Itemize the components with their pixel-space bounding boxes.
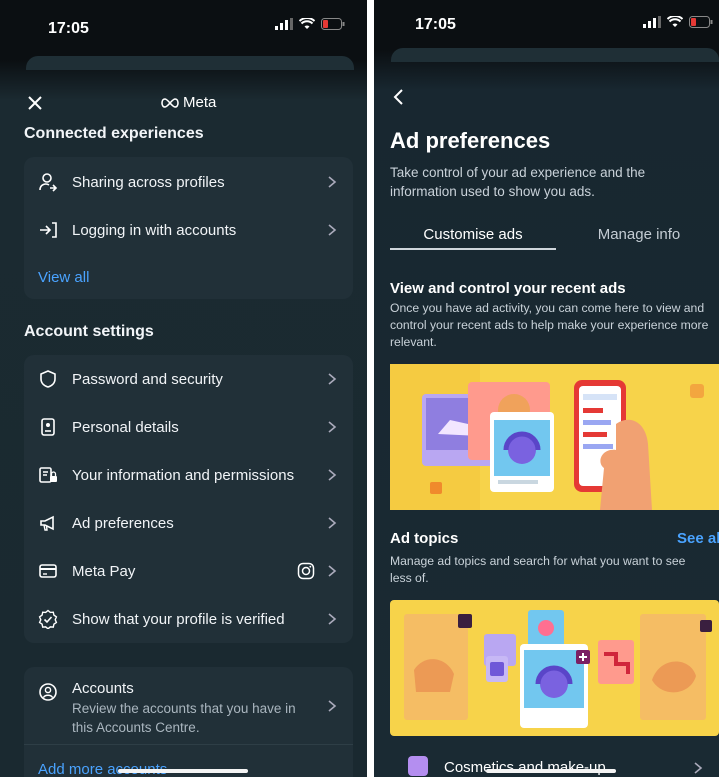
row-label: Show that your profile is verified (72, 610, 285, 628)
connected-card: Sharing across profiles Logging in with … (24, 157, 353, 299)
ad-topics-description: Manage ad topics and search for what you… (390, 554, 686, 585)
meta-infinity-icon (161, 97, 179, 108)
card-icon (38, 561, 58, 581)
row-label: Ad preferences (72, 514, 174, 532)
recent-ads-title: View and control your recent ads (390, 280, 626, 297)
sharing-across-profiles-row[interactable]: Sharing across profiles (24, 158, 353, 206)
shield-icon (38, 369, 58, 389)
chevron-right-icon (328, 613, 337, 625)
verified-badge-icon (38, 609, 58, 629)
personal-details-row[interactable]: Personal details (24, 403, 353, 451)
profiles-share-icon (38, 172, 58, 192)
ad-preferences-row[interactable]: Ad preferences (24, 499, 353, 547)
row-label: Your information and permissions (72, 466, 295, 484)
see-all-link[interactable]: See all (677, 530, 719, 547)
recent-ads-description: Once you have ad activity, you can come … (390, 301, 709, 349)
info-permissions-icon (38, 465, 58, 485)
row-label: Sharing across profiles (72, 173, 225, 191)
battery-icon (321, 18, 345, 30)
row-label: Meta Pay (72, 562, 136, 580)
chevron-right-icon (328, 469, 337, 481)
show-profile-verified-row[interactable]: Show that your profile is verified (24, 595, 353, 643)
active-tab-indicator (390, 248, 556, 250)
chevron-right-icon (328, 224, 337, 236)
chevron-right-icon (328, 565, 337, 577)
chevron-right-icon (328, 373, 337, 385)
wifi-icon (667, 16, 683, 27)
topic-label: Cosmetics and make-up (444, 759, 606, 776)
status-time: 17:05 (415, 16, 456, 33)
status-icons (275, 18, 345, 30)
view-all-link[interactable]: View all (38, 269, 89, 286)
connected-experiences-title: Connected experiences (24, 125, 204, 142)
your-information-and-permissions-row[interactable]: Your information and permissions (24, 451, 353, 499)
account-settings-card: Password and security Personal details Y… (24, 355, 353, 643)
meta-logo: Meta (160, 94, 216, 111)
back-arrow-icon[interactable] (392, 88, 404, 106)
megaphone-icon (38, 513, 58, 533)
tab-manage-info[interactable]: Manage info (564, 226, 714, 243)
accounts-card: Accounts Review the accounts that you ha… (24, 667, 353, 777)
cosmetics-thumbnail-icon (408, 756, 428, 776)
password-and-security-row[interactable]: Password and security (24, 355, 353, 403)
recent-ads-illustration (390, 364, 719, 510)
stacked-sheet (391, 48, 719, 62)
instagram-icon (297, 562, 315, 580)
stacked-sheet (26, 56, 354, 70)
row-label: Logging in with accounts (72, 221, 237, 239)
status-time: 17:05 (48, 20, 89, 37)
row-label: Password and security (72, 370, 223, 388)
accounts-row[interactable]: Accounts Review the accounts that you ha… (24, 667, 353, 743)
chevron-right-icon (328, 176, 337, 188)
ad-topics-illustration (390, 600, 719, 736)
tab-customise-ads[interactable]: Customise ads (390, 226, 556, 243)
status-icons (643, 16, 713, 28)
divider (24, 744, 353, 745)
ad-topics-title: Ad topics (390, 530, 459, 547)
left-screen: 17:05 Meta Connected experiences Sharing… (0, 0, 367, 777)
right-screen: 17:05 Ad preferences Take control of you… (374, 0, 719, 777)
row-label: Personal details (72, 418, 179, 436)
meta-pay-row[interactable]: Meta Pay (24, 547, 353, 595)
home-indicator (118, 769, 248, 773)
wifi-icon (299, 18, 315, 29)
close-icon[interactable] (26, 94, 44, 112)
account-settings-title: Account settings (24, 323, 154, 340)
chevron-right-icon (328, 517, 337, 529)
accounts-description: Review the accounts that you have in thi… (72, 701, 296, 735)
chevron-right-icon (328, 421, 337, 433)
page-title: Ad preferences (390, 128, 551, 153)
meta-brand: Meta (183, 94, 217, 111)
login-arrow-icon (38, 220, 58, 240)
accounts-title: Accounts (72, 680, 134, 697)
signal-icon (275, 18, 293, 30)
home-indicator (486, 769, 616, 773)
id-card-icon (38, 417, 58, 437)
page-subtitle: Take control of your ad experience and t… (390, 165, 646, 199)
signal-icon (643, 16, 661, 28)
chevron-right-icon (328, 700, 337, 712)
logging-in-with-accounts-row[interactable]: Logging in with accounts (24, 206, 353, 254)
account-circle-icon (38, 682, 58, 707)
chevron-right-icon (694, 762, 703, 774)
status-bar: 17:05 (0, 0, 367, 56)
battery-icon (689, 16, 713, 28)
